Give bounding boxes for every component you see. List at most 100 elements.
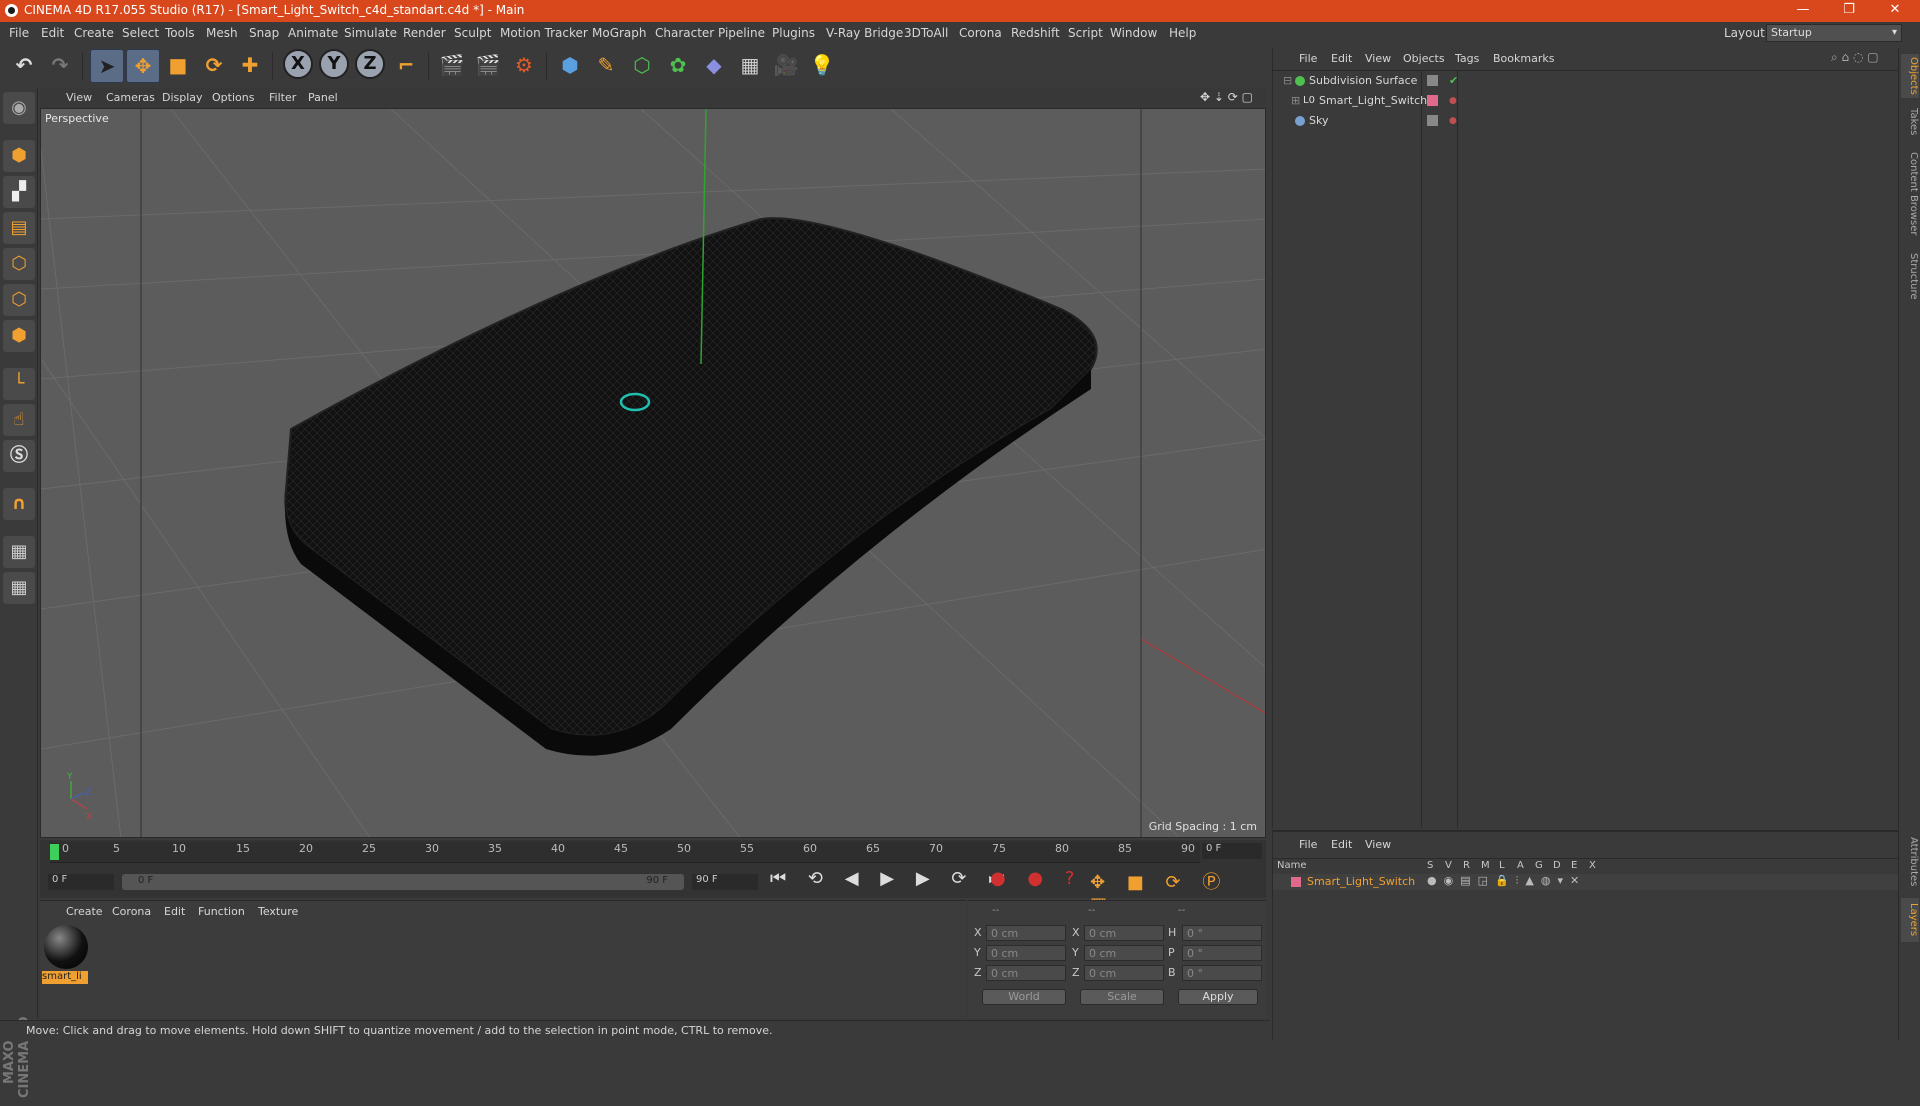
menu-mesh[interactable]: Mesh xyxy=(206,26,238,40)
texture-mode-button[interactable]: ▞ xyxy=(3,176,35,208)
viewport-3d[interactable]: Y Z X Perspective Grid Spacing : 1 cm xyxy=(40,108,1266,838)
viewport-menu-display[interactable]: Display xyxy=(162,91,203,104)
viewport-menu-view[interactable]: View xyxy=(66,91,92,104)
menu-character[interactable]: Character xyxy=(655,26,714,40)
tab-content-browser[interactable]: Content Browser xyxy=(1901,146,1919,242)
object-row-sky[interactable]: Sky ● xyxy=(1277,112,1895,130)
record-controls[interactable]: ● ● ? xyxy=(990,868,1082,889)
menu-snap[interactable]: Snap xyxy=(249,26,279,40)
floor-button[interactable]: ▦ xyxy=(734,49,766,81)
object-menu-view[interactable]: View xyxy=(1365,52,1391,65)
size-x-field[interactable] xyxy=(1084,925,1164,941)
rotation-b-field[interactable] xyxy=(1182,965,1262,981)
light-button[interactable]: 💡 xyxy=(806,49,838,81)
start-frame-field[interactable]: 0 F xyxy=(48,874,114,890)
model-mode-button[interactable]: ⬢ xyxy=(3,140,35,172)
enabled-check-icon[interactable]: ✔ xyxy=(1449,72,1458,90)
layout-select[interactable]: Startup xyxy=(1766,24,1902,42)
playback-controls[interactable]: ⏮ ⟲ ◀ ▶ ▶ ⟳ ⏭ xyxy=(770,868,1012,889)
tab-structure[interactable]: Structure xyxy=(1901,248,1919,304)
visibility-dots-icon[interactable]: ● xyxy=(1449,112,1457,130)
restore-button[interactable]: ❐ xyxy=(1826,0,1872,22)
material-preview-sphere[interactable] xyxy=(44,925,88,969)
tab-objects[interactable]: Objects xyxy=(1901,54,1919,98)
current-frame-marker[interactable] xyxy=(50,844,59,860)
object-menu-bookmarks[interactable]: Bookmarks xyxy=(1493,52,1554,65)
menu-corona[interactable]: Corona xyxy=(959,26,1002,40)
tab-layers[interactable]: Layers xyxy=(1901,898,1919,942)
points-mode-button[interactable]: ⬡ xyxy=(3,248,35,280)
apply-button[interactable]: Apply xyxy=(1178,989,1258,1005)
position-x-field[interactable] xyxy=(986,925,1066,941)
minimize-button[interactable]: — xyxy=(1780,0,1826,22)
object-row-smart-light-switch[interactable]: ⊞ L0 Smart_Light_Switch ● xyxy=(1277,92,1895,110)
subdivision-surface-button[interactable]: ⬡ xyxy=(626,49,658,81)
viewport-nav-icons[interactable]: ✥ ⇣ ⟳ ▢ xyxy=(1200,90,1253,104)
viewport-menu-panel[interactable]: Panel xyxy=(308,91,338,104)
move-tool-button[interactable]: ✥ xyxy=(126,49,160,83)
position-z-field[interactable] xyxy=(986,965,1066,981)
size-z-field[interactable] xyxy=(1084,965,1164,981)
timeline-ruler[interactable]: 0 5 10 15 20 25 30 35 40 45 50 55 60 65 … xyxy=(50,842,1200,863)
layer-menu-view[interactable]: View xyxy=(1365,838,1391,851)
undo-button[interactable]: ↶ xyxy=(8,49,40,81)
menu-sculpt[interactable]: Sculpt xyxy=(454,26,491,40)
menu-vray-bridge[interactable]: V-Ray Bridge xyxy=(826,26,903,40)
material-menu-function[interactable]: Function xyxy=(198,905,245,918)
menu-tools[interactable]: Tools xyxy=(165,26,195,40)
current-frame-field[interactable]: 0 F xyxy=(1202,843,1262,859)
workplane-lock-button[interactable]: ▦ xyxy=(3,536,35,568)
menu-mograph[interactable]: MoGraph xyxy=(592,26,647,40)
render-settings-button[interactable]: ⚙ xyxy=(508,49,540,81)
position-y-field[interactable] xyxy=(986,945,1066,961)
scale-tool-button[interactable]: ■ xyxy=(162,49,194,81)
object-menu-file[interactable]: File xyxy=(1299,52,1317,65)
collapse-icon[interactable]: ⊟ xyxy=(1283,72,1292,90)
size-y-field[interactable] xyxy=(1084,945,1164,961)
viewport-menu-options[interactable]: Options xyxy=(212,91,254,104)
render-view-button[interactable]: 🎬 xyxy=(436,49,468,81)
end-frame-field[interactable]: 90 F xyxy=(692,874,758,890)
menu-redshift[interactable]: Redshift xyxy=(1011,26,1060,40)
smart-light-switch-mesh[interactable] xyxy=(284,217,1098,737)
layer-row[interactable]: Smart_Light_Switch ●◉▤◲🔒⫶▲◍▾✕ xyxy=(1273,874,1899,890)
layer-color-swatch[interactable] xyxy=(1291,877,1301,887)
tab-attributes[interactable]: Attributes xyxy=(1901,830,1919,894)
cube-primitive-button[interactable]: ⬢ xyxy=(554,49,586,81)
rotation-p-field[interactable] xyxy=(1182,945,1262,961)
rotate-tool-button[interactable]: ⟳ xyxy=(198,49,230,81)
menu-pipeline[interactable]: Pipeline xyxy=(718,26,765,40)
preview-range-slider[interactable]: 0 F 90 F xyxy=(122,874,684,890)
material-menu-edit[interactable]: Edit xyxy=(164,905,185,918)
menu-3dtoall[interactable]: 3DToAll xyxy=(904,26,948,40)
tab-takes[interactable]: Takes xyxy=(1901,104,1919,140)
polygons-mode-button[interactable]: ⬢ xyxy=(3,320,35,352)
object-menu-objects[interactable]: Objects xyxy=(1403,52,1445,65)
coordinate-system-button[interactable]: ⌐ xyxy=(390,49,422,81)
workplane-snap-button[interactable]: ▦ xyxy=(3,572,35,604)
material-name-label[interactable]: smart_li xyxy=(42,971,88,984)
menu-create[interactable]: Create xyxy=(74,26,114,40)
make-editable-button[interactable]: ◉ xyxy=(3,92,35,124)
render-picture-viewer-button[interactable]: 🎬 xyxy=(472,49,504,81)
menu-simulate[interactable]: Simulate xyxy=(344,26,397,40)
layer-toggle-icons[interactable]: ●◉▤◲🔒⫶▲◍▾✕ xyxy=(1427,874,1586,888)
magnet-button[interactable]: ∩ xyxy=(3,488,35,520)
layer-menu-file[interactable]: File xyxy=(1299,838,1317,851)
rotation-h-field[interactable] xyxy=(1182,925,1262,941)
menu-file[interactable]: File xyxy=(9,26,29,40)
material-menu-texture[interactable]: Texture xyxy=(258,905,298,918)
layer-name[interactable]: Smart_Light_Switch xyxy=(1307,875,1415,888)
menu-help[interactable]: Help xyxy=(1169,26,1196,40)
transform-tool-button[interactable]: ✚ xyxy=(234,49,266,81)
object-manager-nav-icons[interactable]: ⌕ ⌂ ◌ ▢ xyxy=(1831,50,1879,65)
mograph-cloner-button[interactable]: ✿ xyxy=(662,49,694,81)
camera-button[interactable]: 🎥 xyxy=(770,49,802,81)
menu-select[interactable]: Select xyxy=(122,26,159,40)
spline-pen-button[interactable]: ✎ xyxy=(590,49,622,81)
redo-button[interactable]: ↷ xyxy=(44,49,76,81)
menu-script[interactable]: Script xyxy=(1068,26,1103,40)
menu-animate[interactable]: Animate xyxy=(288,26,338,40)
deformer-button[interactable]: ◆ xyxy=(698,49,730,81)
select-tool-button[interactable]: ➤ xyxy=(90,49,124,83)
